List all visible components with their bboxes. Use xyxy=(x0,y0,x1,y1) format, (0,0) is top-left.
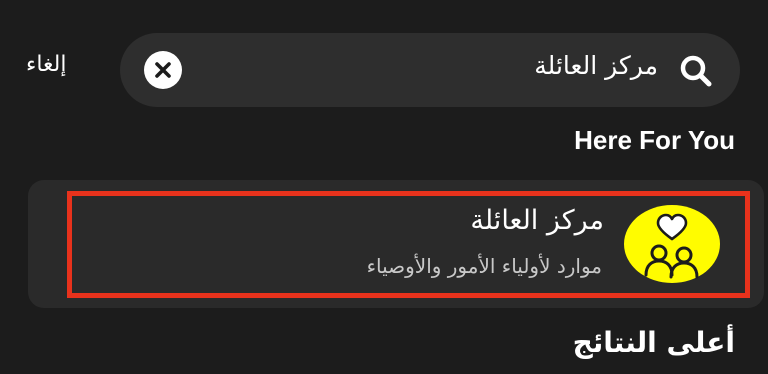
search-input[interactable]: مركز العائلة xyxy=(534,51,658,80)
section-title-here-for-you: Here For You xyxy=(574,125,735,155)
close-icon xyxy=(155,62,171,78)
cancel-button[interactable]: إلغاء xyxy=(26,52,66,77)
result-item-family-center[interactable] xyxy=(67,191,750,298)
clear-search-button[interactable] xyxy=(144,51,182,89)
search-bar[interactable]: مركز العائلة xyxy=(120,33,740,107)
search-icon xyxy=(680,55,712,87)
section-title-top-results: أعلى النتائج xyxy=(572,326,735,359)
